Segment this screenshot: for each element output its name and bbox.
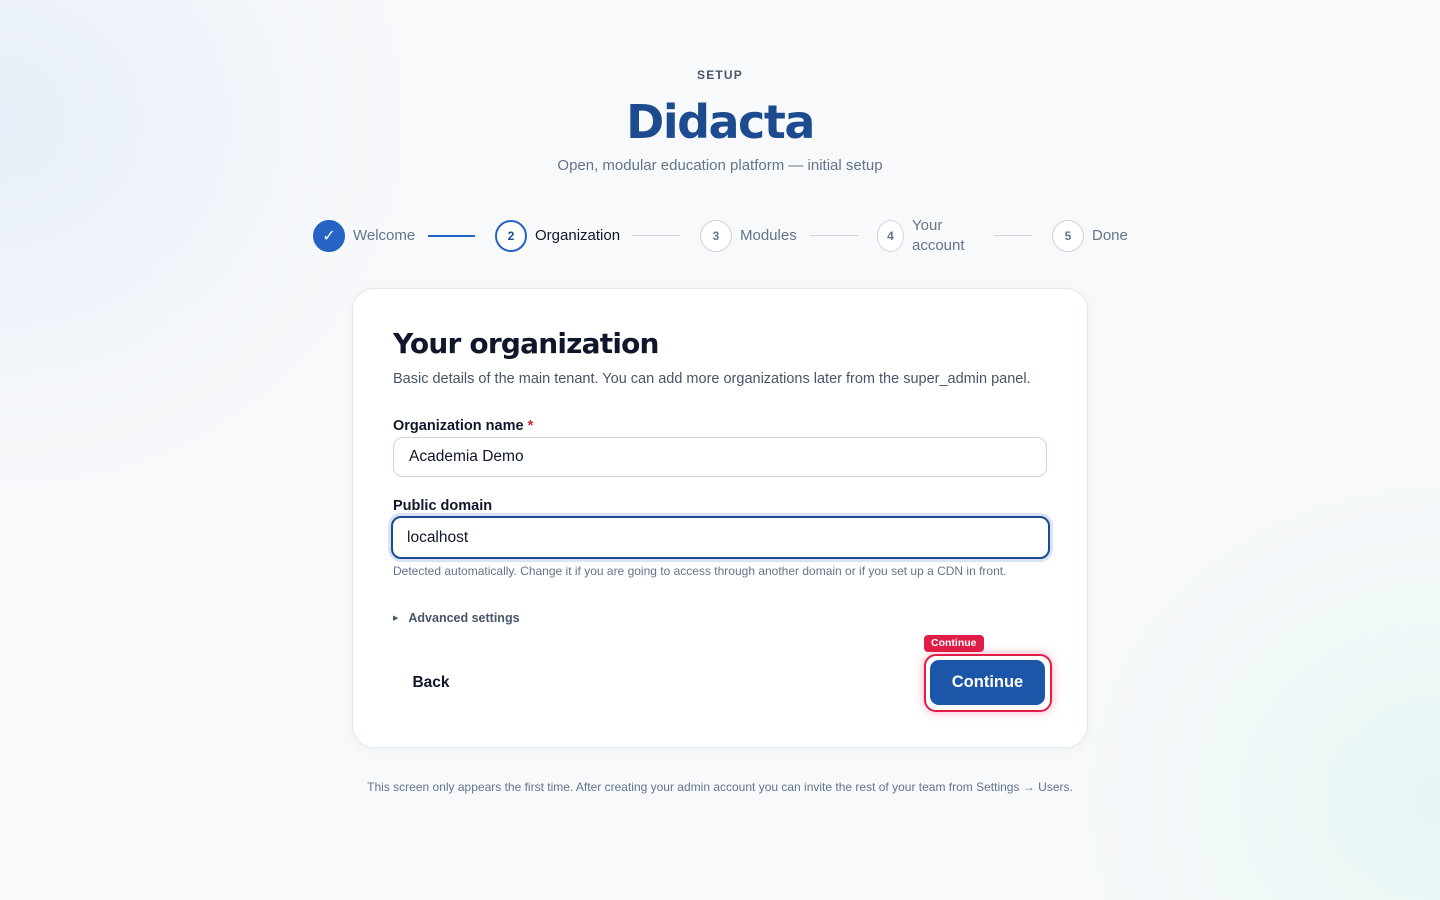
card-description: Basic details of the main tenant. You ca…	[393, 371, 1031, 387]
org-name-label-text: Organization name	[393, 418, 524, 434]
step-connector	[428, 235, 475, 237]
footnote: This screen only appears the first time.…	[367, 780, 1073, 794]
advanced-settings-toggle[interactable]: ▶ Advanced settings	[393, 611, 520, 625]
step-account-label: Your account	[912, 216, 965, 256]
org-name-input[interactable]	[393, 437, 1047, 477]
continue-highlight-ring: Continue	[924, 654, 1052, 712]
step-organization-label: Organization	[535, 227, 621, 244]
setup-stepper: ✓ Welcome 2 Organization 3 Modules 4 You…	[0, 0, 1440, 280]
step-account-label-line: account	[912, 237, 965, 254]
domain-hint: Detected automatically. Change it if you…	[393, 564, 1007, 578]
step-account-label-line: Your	[912, 217, 943, 234]
required-mark: *	[527, 418, 534, 434]
organization-card: Your organization Basic details of the m…	[352, 288, 1088, 748]
step-modules-number: 3	[700, 220, 732, 252]
triangle-right-icon: ▶	[393, 615, 399, 622]
step-done-label: Done	[1092, 227, 1128, 244]
step-connector	[632, 235, 680, 236]
continue-highlight-tag: Continue	[924, 635, 984, 652]
domain-label: Public domain	[393, 498, 493, 514]
card-title: Your organization	[393, 327, 660, 360]
step-connector	[810, 235, 858, 236]
step-connector	[994, 235, 1032, 236]
step-welcome-check-icon: ✓	[313, 220, 345, 252]
step-modules-label: Modules	[740, 227, 797, 244]
continue-button[interactable]: Continue	[930, 660, 1045, 705]
step-organization-number: 2	[495, 220, 527, 252]
back-button[interactable]: Back	[393, 661, 469, 705]
step-account-number: 4	[877, 220, 904, 252]
step-done-number: 5	[1052, 220, 1084, 252]
domain-input[interactable]	[391, 516, 1050, 559]
advanced-settings-label: Advanced settings	[408, 611, 520, 625]
step-welcome-label: Welcome	[353, 227, 416, 244]
org-name-label: Organization name *	[393, 418, 533, 434]
